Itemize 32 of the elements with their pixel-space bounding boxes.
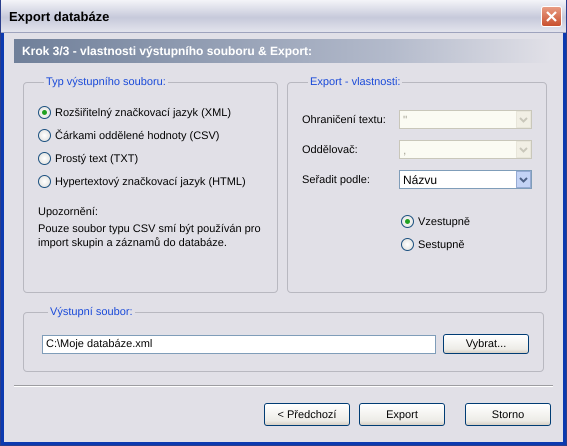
group-legend: Typ výstupního souboru: [44,76,168,88]
close-icon [545,10,558,22]
radio-label: Prostý text (TXT) [55,152,138,164]
radio-button[interactable] [38,106,51,119]
radio-button[interactable] [38,129,51,142]
path-field[interactable]: C:\Moje databáze.xml [42,334,436,354]
group-legend: Export - vlastnosti: [308,76,402,88]
dropdown[interactable]: Názvu [399,170,532,189]
field-label: Ohraničení textu: [302,114,387,126]
caret-icon [519,116,528,122]
browse-button[interactable]: Vybrat... [443,334,529,354]
radio-label: Rozšiřitelný značkovací jazyk (XML) [55,106,232,118]
caret-icon [519,176,528,182]
window-title: Export databáze [9,8,110,24]
radio-button[interactable] [401,215,414,228]
warning-text: Pouze soubor typu CSV smí být používán pro import skupin a záznamů do databáze. [38,222,262,250]
caret-icon [519,146,528,152]
radio-button[interactable] [401,238,414,251]
radio-button[interactable] [38,152,51,165]
radio-label: Vzestupně [418,216,470,228]
radio-label: Hypertextový značkovací jazyk (HTML) [55,176,246,188]
dialog-button[interactable]: Export [359,403,445,426]
field-label: Oddělovač: [302,144,359,156]
dialog-button[interactable]: Storno [465,403,551,426]
field-label: Seřadit podle: [302,174,371,186]
close-button[interactable] [541,6,562,26]
radio-label: Čárkami oddělené hodnoty (CSV) [55,130,220,142]
group-legend: Výstupní soubor: [48,306,135,318]
warning-label: Upozornění: [38,206,99,218]
radio-button[interactable] [38,175,51,188]
dialog-button[interactable]: < Předchozí [264,403,350,426]
radio-label: Sestupně [418,238,464,250]
